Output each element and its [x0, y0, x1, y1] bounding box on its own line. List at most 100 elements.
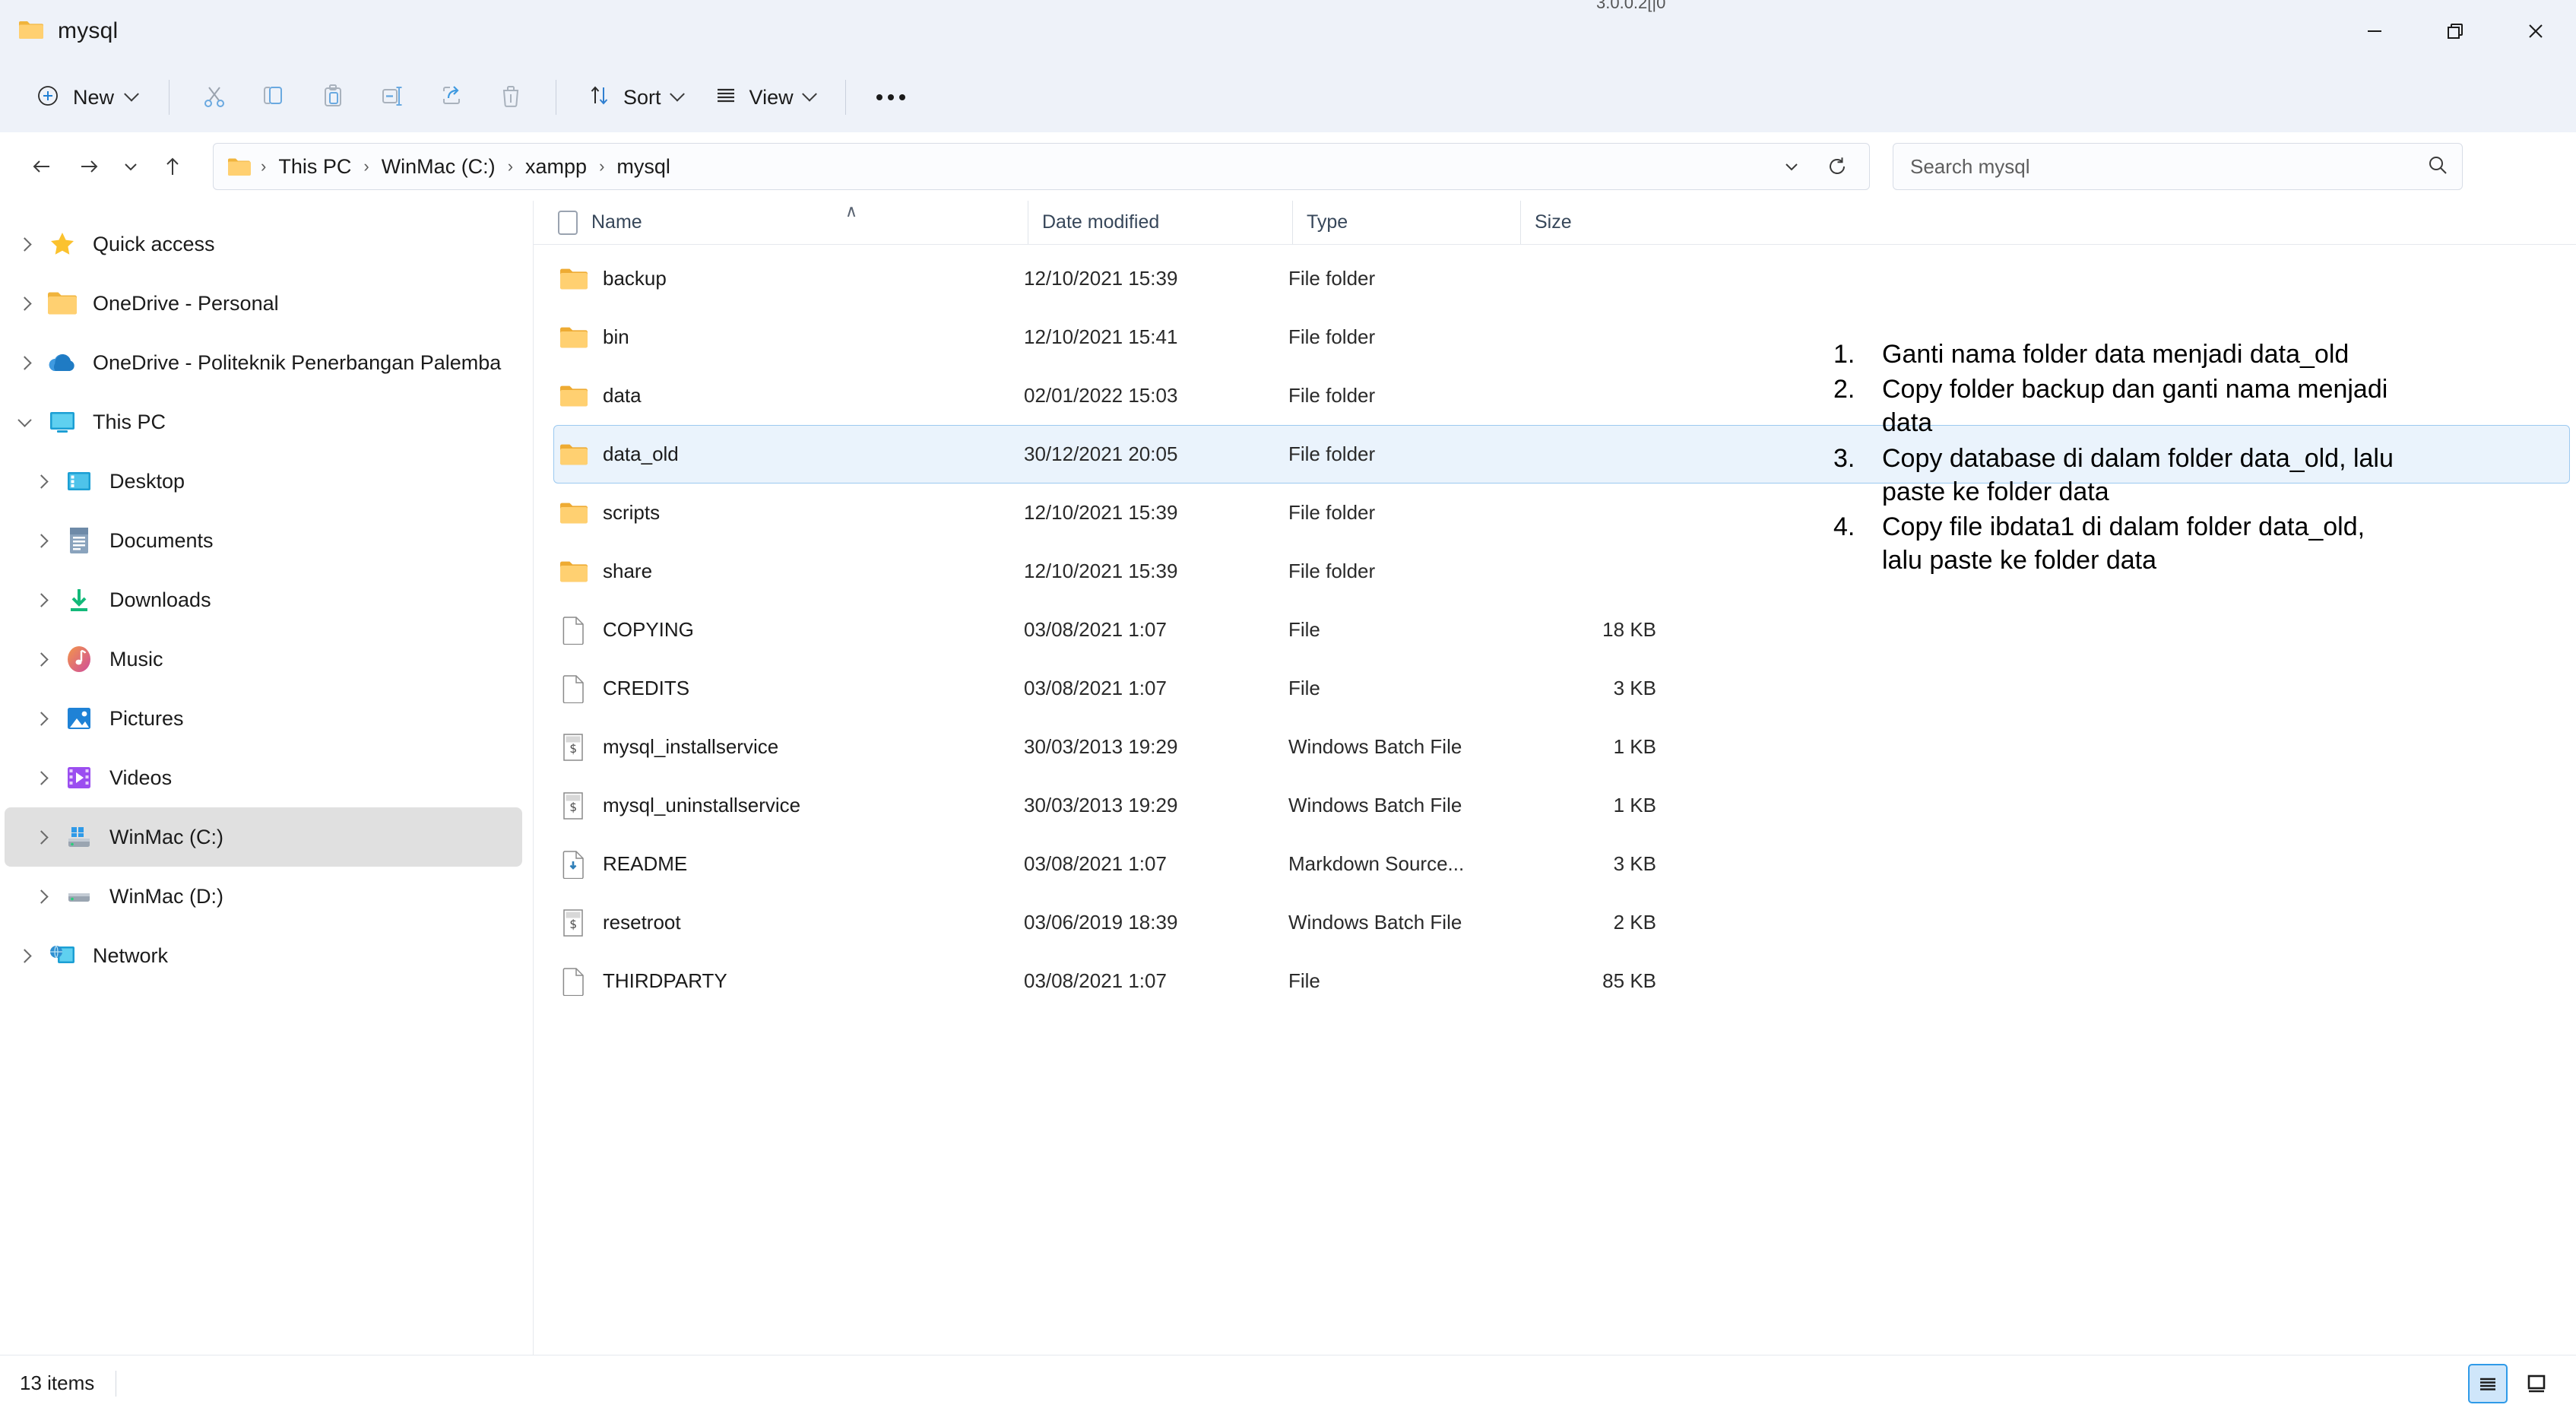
window-tab[interactable]: mysql — [0, 0, 118, 62]
file-icon — [559, 614, 589, 646]
table-row[interactable]: $ mysql_installservice 30/03/2013 19:29 … — [553, 718, 2570, 776]
view-button[interactable]: View — [698, 74, 830, 122]
file-date-cell: 02/01/2022 15:03 — [1024, 384, 1178, 407]
column-header-date[interactable]: Date modified — [1028, 201, 1292, 244]
restore-button[interactable] — [2415, 0, 2495, 62]
sidebar-item-this-pc[interactable]: This PC — [5, 392, 522, 452]
sidebar-item-network[interactable]: Network — [5, 926, 522, 985]
file-name-text: resetroot — [603, 911, 681, 934]
expander-toggle[interactable] — [21, 807, 61, 867]
file-name-cell: data_old — [559, 439, 1024, 471]
breadcrumb-items: › This PC › WinMac (C:) › xampp › mysql — [258, 151, 1770, 183]
expander-toggle[interactable] — [5, 333, 44, 392]
sidebar-item-music[interactable]: Music — [5, 629, 522, 689]
see-more-button[interactable] — [861, 73, 920, 122]
table-row[interactable]: $ resetroot 03/06/2019 18:39 Windows Bat… — [553, 893, 2570, 952]
folder-icon — [559, 263, 589, 295]
refresh-button[interactable] — [1816, 147, 1858, 186]
sidebar-item-downloads[interactable]: Downloads — [5, 570, 522, 629]
expander-toggle[interactable] — [21, 689, 61, 748]
table-row[interactable]: COPYING 03/08/2021 1:07 File 18 KB — [553, 601, 2570, 659]
sidebar-item-label: Documents — [109, 528, 214, 552]
search-icon[interactable] — [2425, 153, 2450, 181]
sidebar-item-documents[interactable]: Documents — [5, 511, 522, 570]
delete-button[interactable] — [481, 73, 540, 122]
file-size-cell: 3 KB — [1613, 677, 1656, 699]
expander-toggle[interactable] — [5, 214, 44, 274]
sidebar-item-pictures[interactable]: Pictures — [5, 689, 522, 748]
star-icon — [44, 226, 81, 262]
batch-file-icon: $ — [559, 907, 589, 939]
column-header-size[interactable]: Size — [1520, 201, 1669, 244]
expander-toggle[interactable] — [5, 274, 44, 333]
details-view-button[interactable] — [2468, 1363, 2508, 1403]
expander-toggle[interactable] — [21, 511, 61, 570]
breadcrumb-item-this-pc[interactable]: This PC — [269, 151, 360, 183]
share-button[interactable] — [422, 73, 481, 122]
search-box[interactable] — [1893, 143, 2463, 190]
column-header-type[interactable]: Type — [1292, 201, 1520, 244]
breadcrumb-item-mysql[interactable]: mysql — [607, 151, 680, 183]
sidebar-item-onedrive-personal[interactable]: OneDrive - Personal — [5, 274, 522, 333]
new-button[interactable]: New — [18, 74, 154, 122]
paste-button[interactable] — [303, 73, 363, 122]
file-name-text: CREDITS — [603, 677, 690, 699]
table-row[interactable]: THIRDPARTY 03/08/2021 1:07 File 85 KB — [553, 952, 2570, 1010]
expander-toggle[interactable] — [21, 629, 61, 689]
expander-toggle[interactable] — [5, 926, 44, 985]
minimize-button[interactable] — [2334, 0, 2415, 62]
music-icon — [61, 641, 97, 677]
file-type-cell: File folder — [1288, 267, 1376, 290]
expander-toggle[interactable] — [21, 867, 61, 926]
svg-text:$: $ — [569, 800, 577, 814]
large-icons-view-button[interactable] — [2517, 1364, 2556, 1403]
expander-toggle[interactable] — [21, 570, 61, 629]
breadcrumb-folder-icon — [227, 157, 252, 177]
search-input[interactable] — [1910, 154, 2425, 179]
file-date-cell: 12/10/2021 15:39 — [1024, 267, 1178, 290]
sort-button[interactable]: Sort — [572, 74, 698, 122]
expander-toggle[interactable] — [21, 452, 61, 511]
status-bar: 13 items — [0, 1355, 2576, 1411]
sidebar-item-winmac-c[interactable]: WinMac (C:) — [5, 807, 522, 867]
file-name-cell: $ mysql_installservice — [559, 731, 1024, 763]
select-all-checkbox[interactable] — [558, 210, 578, 235]
cut-button[interactable] — [185, 73, 244, 122]
expander-toggle[interactable] — [5, 392, 44, 452]
sidebar-item-videos[interactable]: Videos — [5, 748, 522, 807]
table-row[interactable]: README 03/08/2021 1:07 Markdown Source..… — [553, 835, 2570, 893]
breadcrumb-item-winmac-c[interactable]: WinMac (C:) — [372, 151, 505, 183]
plus-circle-icon — [35, 83, 61, 113]
file-date-cell: 30/12/2021 20:05 — [1024, 442, 1178, 465]
sidebar-item-onedrive-politeknik[interactable]: OneDrive - Politeknik Penerbangan Palemb… — [5, 333, 522, 392]
table-row[interactable]: backup 12/10/2021 15:39 File folder — [553, 249, 2570, 308]
file-name-text: mysql_uninstallservice — [603, 794, 801, 816]
sidebar-item-label: WinMac (D:) — [109, 884, 223, 908]
expander-toggle[interactable] — [21, 748, 61, 807]
sidebar-item-winmac-d[interactable]: WinMac (D:) — [5, 867, 522, 926]
back-button[interactable] — [18, 143, 65, 190]
previous-locations-button[interactable] — [1770, 147, 1813, 186]
recent-locations-button[interactable] — [112, 143, 149, 190]
file-type-cell: File — [1288, 618, 1320, 641]
copy-button[interactable] — [244, 73, 303, 122]
table-row[interactable]: CREDITS 03/08/2021 1:07 File 3 KB — [553, 659, 2570, 718]
breadcrumb-separator: › — [599, 157, 605, 176]
rename-button[interactable] — [363, 73, 422, 122]
up-button[interactable] — [149, 143, 196, 190]
chevron-down-icon — [124, 86, 139, 102]
sidebar-item-desktop[interactable]: Desktop — [5, 452, 522, 511]
file-icon — [559, 673, 589, 705]
close-button[interactable] — [2495, 0, 2576, 62]
breadcrumb[interactable]: › This PC › WinMac (C:) › xampp › mysql — [213, 143, 1870, 190]
breadcrumb-item-xampp[interactable]: xampp — [516, 151, 596, 183]
table-row[interactable]: $ mysql_uninstallservice 30/03/2013 19:2… — [553, 776, 2570, 835]
folder-icon — [559, 322, 589, 354]
paste-icon — [319, 82, 347, 113]
instruction-item: 2. Copy folder backup dan ganti nama men… — [1833, 373, 2411, 439]
ellipsis-dot-icon — [898, 94, 905, 100]
file-type-cell: File — [1288, 969, 1320, 992]
sidebar-item-quick-access[interactable]: Quick access — [5, 214, 522, 274]
forward-button[interactable] — [65, 143, 112, 190]
column-header-name[interactable]: Name ∧ — [558, 201, 1028, 244]
